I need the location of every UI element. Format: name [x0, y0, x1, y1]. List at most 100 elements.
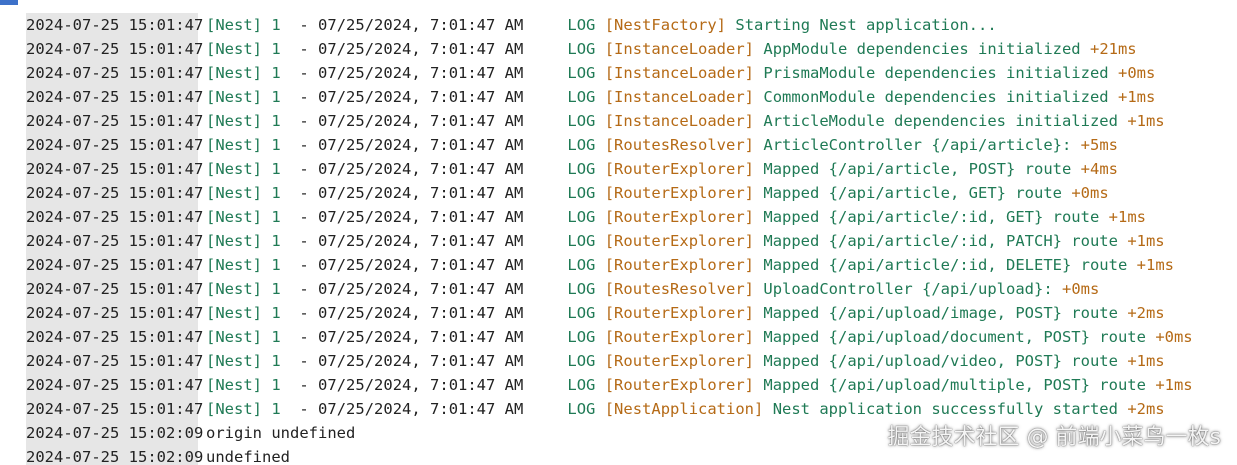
log-line: 2024-07-25 15:01:47 [Nest] 1 - 07/25/202…: [26, 277, 1231, 301]
log-datetime: 07/25/2024, 7:01:47 AM: [318, 40, 524, 58]
log-level: LOG: [567, 400, 596, 418]
log-context: [RouterExplorer]: [604, 232, 755, 250]
log-context: [RouterExplorer]: [604, 352, 755, 370]
log-app: [Nest]: [206, 16, 262, 34]
log-line: 2024-07-25 15:01:47 [Nest] 1 - 07/25/202…: [26, 205, 1231, 229]
log-dash: -: [299, 160, 309, 178]
log-timestamp: 2024-07-25 15:01:47: [26, 205, 203, 229]
log-app: [Nest]: [206, 112, 262, 130]
log-pid: 1: [271, 208, 281, 226]
log-app: [Nest]: [206, 256, 262, 274]
log-plain-text: undefined: [206, 448, 290, 465]
log-message: Mapped {/api/article, GET} route: [763, 184, 1062, 202]
log-pid: 1: [271, 280, 281, 298]
log-pid: 1: [271, 64, 281, 82]
log-context: [RouterExplorer]: [604, 256, 755, 274]
log-message: Mapped {/api/upload/image, POST} route: [763, 304, 1118, 322]
log-timing: +5ms: [1080, 136, 1118, 154]
log-level: LOG: [567, 304, 596, 322]
log-timestamp: 2024-07-25 15:01:47: [26, 277, 203, 301]
log-app: [Nest]: [206, 304, 262, 322]
log-line: 2024-07-25 15:01:47 [Nest] 1 - 07/25/202…: [26, 229, 1231, 253]
log-level: LOG: [567, 232, 596, 250]
log-message: Mapped {/api/article, POST} route: [763, 160, 1072, 178]
log-line: 2024-07-25 15:01:47 [Nest] 1 - 07/25/202…: [26, 301, 1231, 325]
log-context: [RouterExplorer]: [604, 208, 755, 226]
log-app: [Nest]: [206, 232, 262, 250]
log-context: [NestApplication]: [604, 400, 764, 418]
log-datetime: 07/25/2024, 7:01:47 AM: [318, 16, 524, 34]
log-app: [Nest]: [206, 88, 262, 106]
log-timing: +1ms: [1136, 256, 1174, 274]
log-output: 2024-07-25 15:01:47 [Nest] 1 - 07/25/202…: [26, 13, 1231, 465]
log-timing: +1ms: [1127, 112, 1165, 130]
log-datetime: 07/25/2024, 7:01:47 AM: [318, 232, 524, 250]
log-pid: 1: [271, 400, 281, 418]
log-message: Starting Nest application...: [735, 16, 997, 34]
log-message: Mapped {/api/article/:id, DELETE} route: [763, 256, 1128, 274]
log-timestamp: 2024-07-25 15:01:47: [26, 325, 203, 349]
log-pid: 1: [271, 328, 281, 346]
log-line: 2024-07-25 15:01:47 [Nest] 1 - 07/25/202…: [26, 325, 1231, 349]
log-timing: +1ms: [1117, 88, 1156, 106]
log-app: [Nest]: [206, 376, 262, 394]
log-message: ArticleController {/api/article}:: [763, 136, 1072, 154]
log-level: LOG: [567, 136, 596, 154]
log-app: [Nest]: [206, 136, 262, 154]
log-line: 2024-07-25 15:01:47 [Nest] 1 - 07/25/202…: [26, 85, 1231, 109]
log-pid: 1: [271, 40, 281, 58]
log-pid: 1: [271, 136, 281, 154]
log-dash: -: [299, 88, 309, 106]
log-context: [RoutesResolver]: [604, 280, 755, 298]
log-level: LOG: [567, 208, 596, 226]
log-plain-text: origin undefined: [206, 424, 356, 442]
log-message: CommonModule dependencies initialized: [763, 88, 1109, 106]
log-context: [RouterExplorer]: [604, 184, 755, 202]
log-level: LOG: [567, 40, 596, 58]
log-app: [Nest]: [206, 352, 262, 370]
log-dash: -: [299, 376, 309, 394]
log-line: 2024-07-25 15:01:47 [Nest] 1 - 07/25/202…: [26, 181, 1231, 205]
log-level: LOG: [567, 352, 596, 370]
log-message: AppModule dependencies initialized: [763, 40, 1081, 58]
log-pid: 1: [271, 88, 281, 106]
log-line: 2024-07-25 15:01:47 [Nest] 1 - 07/25/202…: [26, 349, 1231, 373]
log-dash: -: [299, 184, 309, 202]
log-timestamp: 2024-07-25 15:01:47: [26, 349, 203, 373]
log-context: [InstanceLoader]: [604, 112, 755, 130]
log-timestamp: 2024-07-25 15:01:47: [26, 229, 203, 253]
log-datetime: 07/25/2024, 7:01:47 AM: [318, 112, 524, 130]
log-line: 2024-07-25 15:01:47 [Nest] 1 - 07/25/202…: [26, 157, 1231, 181]
log-timestamp: 2024-07-25 15:01:47: [26, 253, 203, 277]
log-datetime: 07/25/2024, 7:01:47 AM: [318, 280, 524, 298]
log-datetime: 07/25/2024, 7:01:47 AM: [318, 88, 524, 106]
log-pid: 1: [271, 232, 281, 250]
log-level: LOG: [567, 16, 596, 34]
log-level: LOG: [567, 328, 596, 346]
log-timestamp: 2024-07-25 15:01:47: [26, 13, 203, 37]
log-timing: +2ms: [1127, 304, 1165, 322]
log-pid: 1: [271, 304, 281, 322]
log-pid: 1: [271, 184, 281, 202]
log-context: [RouterExplorer]: [604, 304, 755, 322]
log-message: Nest application successfully started: [772, 400, 1118, 418]
log-app: [Nest]: [206, 280, 262, 298]
log-dash: -: [299, 400, 309, 418]
log-timestamp: 2024-07-25 15:01:47: [26, 181, 203, 205]
log-level: LOG: [567, 256, 596, 274]
watermark: 掘金技术社区 @ 前端小菜鸟一枚s: [887, 425, 1221, 450]
log-dash: -: [299, 136, 309, 154]
log-context: [RouterExplorer]: [604, 376, 755, 394]
log-dash: -: [299, 40, 309, 58]
log-app: [Nest]: [206, 160, 262, 178]
log-timing: +4ms: [1080, 160, 1118, 178]
log-timestamp: 2024-07-25 15:01:47: [26, 373, 203, 397]
log-message: Mapped {/api/upload/video, POST} route: [763, 352, 1118, 370]
log-context: [RouterExplorer]: [604, 160, 755, 178]
log-timing: +1ms: [1108, 208, 1146, 226]
log-message: Mapped {/api/upload/document, POST} rout…: [763, 328, 1146, 346]
log-line: 2024-07-25 15:01:47 [Nest] 1 - 07/25/202…: [26, 373, 1231, 397]
log-timing: +0ms: [1062, 280, 1100, 298]
log-dash: -: [299, 280, 309, 298]
log-pid: 1: [271, 376, 281, 394]
